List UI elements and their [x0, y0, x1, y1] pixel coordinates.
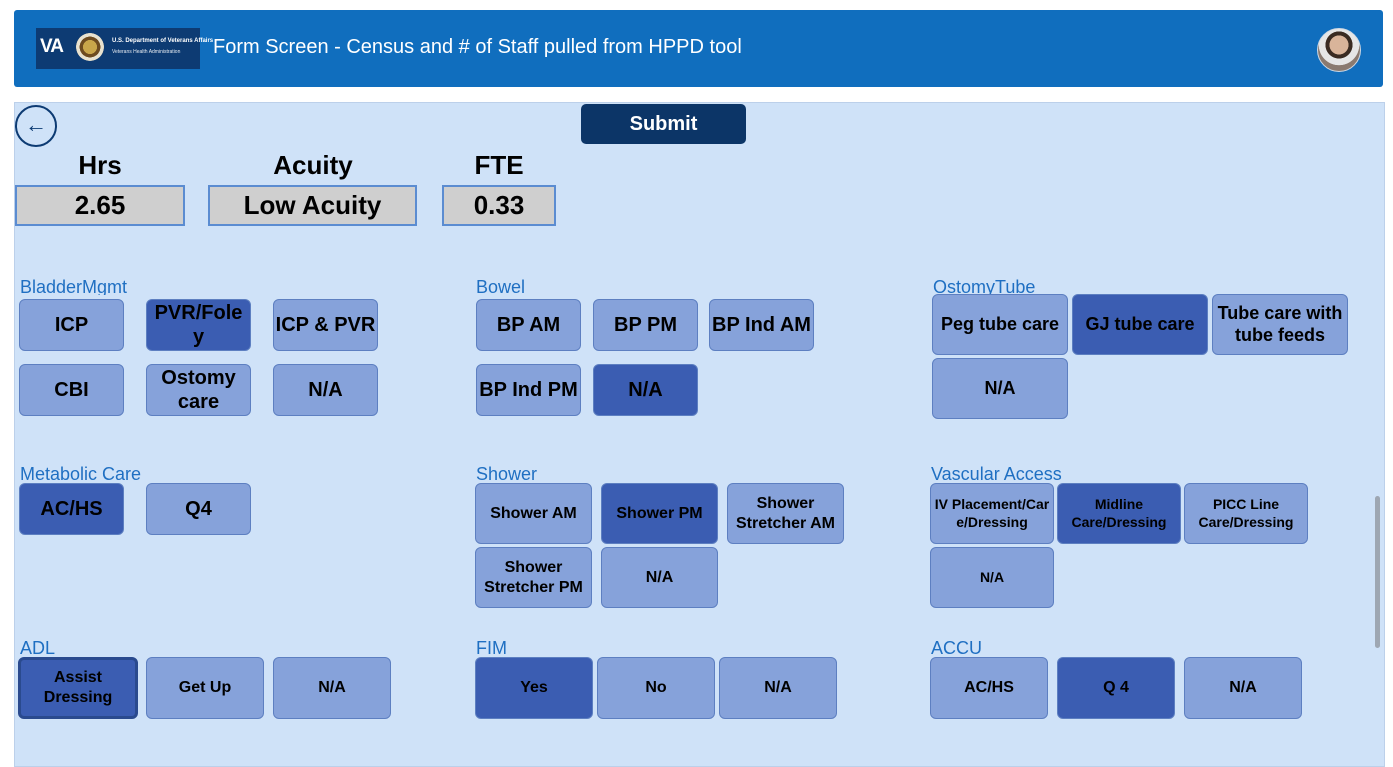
group-label-bladder: BladderMgmt: [20, 277, 128, 295]
shower-na-button[interactable]: N/A: [601, 547, 718, 608]
group-label-metabolic: Metabolic Care: [20, 464, 142, 484]
bowel-na-button[interactable]: N/A: [593, 364, 698, 416]
submit-button[interactable]: Submit: [581, 104, 746, 144]
bowel-bp-pm-button[interactable]: BP PM: [593, 299, 698, 351]
metabolic-q4-button[interactable]: Q4: [146, 483, 251, 535]
page-title: Form Screen - Census and # of Staff pull…: [213, 36, 742, 58]
bladder-pvr-foley-button[interactable]: PVR/Fole y: [146, 299, 251, 351]
bladder-na-button[interactable]: N/A: [273, 364, 378, 416]
vascular-na-button[interactable]: N/A: [930, 547, 1054, 608]
shower-stretcher-pm-button[interactable]: Shower Stretcher PM: [475, 547, 592, 608]
fim-no-button[interactable]: No: [597, 657, 715, 719]
back-arrow-icon[interactable]: ←: [15, 105, 57, 147]
va-logo: VA U.S. Department of Veterans Affairs V…: [36, 28, 213, 69]
vertical-scrollbar[interactable]: [1375, 496, 1380, 648]
adl-na-button[interactable]: N/A: [273, 657, 391, 719]
bladder-ostomy-care-button[interactable]: Ostomy care: [146, 364, 251, 416]
group-label-fim: FIM: [476, 638, 507, 658]
acuity-value: Low Acuity: [208, 185, 417, 226]
va-seal-icon: [76, 33, 104, 61]
form-panel: ← Submit Hrs 2.65 Acuity Low Acuity FTE …: [14, 102, 1385, 767]
group-label-accu: ACCU: [931, 638, 983, 658]
ostomy-na-button[interactable]: N/A: [932, 358, 1068, 419]
shower-stretcher-am-button[interactable]: Shower Stretcher AM: [727, 483, 844, 544]
group-label-adl: ADL: [20, 638, 56, 658]
bladder-cbi-button[interactable]: CBI: [19, 364, 124, 416]
bowel-bp-ind-pm-button[interactable]: BP Ind PM: [476, 364, 581, 416]
shower-am-button[interactable]: Shower AM: [475, 483, 592, 544]
accu-achs-button[interactable]: AC/HS: [930, 657, 1048, 719]
va-logo-line1: U.S. Department of Veterans Affairs: [112, 38, 214, 44]
va-logo-text: VA: [40, 36, 64, 57]
adl-get-up-button[interactable]: Get Up: [146, 657, 264, 719]
hrs-value: 2.65: [15, 185, 185, 226]
ostomy-peg-tube-care-button[interactable]: Peg tube care: [932, 294, 1068, 355]
group-label-shower: Shower: [476, 464, 538, 484]
adl-assist-dressing-button[interactable]: Assist Dressing: [18, 657, 138, 719]
va-logo-line2: Veterans Health Administration: [112, 49, 181, 55]
acuity-label: Acuity: [273, 150, 353, 180]
group-label-vascular: Vascular Access: [931, 464, 1062, 484]
shower-pm-button[interactable]: Shower PM: [601, 483, 718, 544]
group-label-bowel: Bowel: [476, 277, 526, 295]
ostomy-gj-tube-care-button[interactable]: GJ tube care: [1072, 294, 1208, 355]
accu-q4-button[interactable]: Q 4: [1057, 657, 1175, 719]
bowel-bp-am-button[interactable]: BP AM: [476, 299, 581, 351]
bladder-icp-button[interactable]: ICP: [19, 299, 124, 351]
app-header: VA U.S. Department of Veterans Affairs V…: [14, 10, 1383, 87]
group-label-ostomy-tube: OstomyTube: [933, 277, 1036, 295]
vascular-picc-line-button[interactable]: PICC Line Care/Dressing: [1184, 483, 1308, 544]
vascular-midline-button[interactable]: Midline Care/Dressing: [1057, 483, 1181, 544]
fte-value: 0.33: [442, 185, 556, 226]
accu-na-button[interactable]: N/A: [1184, 657, 1302, 719]
metabolic-achs-button[interactable]: AC/HS: [19, 483, 124, 535]
user-avatar[interactable]: [1317, 28, 1361, 72]
fim-yes-button[interactable]: Yes: [475, 657, 593, 719]
fte-label: FTE: [474, 150, 524, 180]
bladder-icp-pvr-button[interactable]: ICP & PVR: [273, 299, 378, 351]
vascular-iv-placement-button[interactable]: IV Placement/Car e/Dressing: [930, 483, 1054, 544]
ostomy-tube-care-feeds-button[interactable]: Tube care with tube feeds: [1212, 294, 1348, 355]
hrs-label: Hrs: [78, 150, 122, 180]
bowel-bp-ind-am-button[interactable]: BP Ind AM: [709, 299, 814, 351]
fim-na-button[interactable]: N/A: [719, 657, 837, 719]
